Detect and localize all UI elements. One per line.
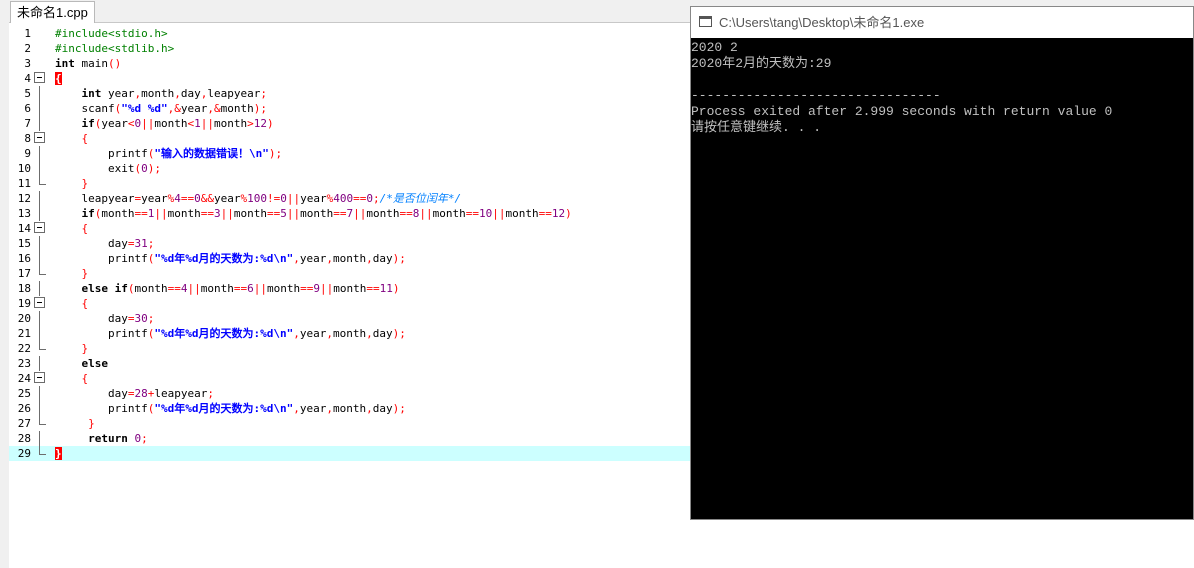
console-title-bar[interactable]: C:\Users\tang\Desktop\未命名1.exe [691, 7, 1193, 39]
fold-toggle-icon[interactable] [34, 222, 45, 233]
tab-label: 未命名1.cpp [17, 5, 88, 20]
line-number: 17 [17, 267, 31, 280]
line-number: 14 [17, 222, 31, 235]
fold-toggle-icon[interactable] [34, 297, 45, 308]
line-number: 11 [17, 177, 31, 190]
line-number: 25 [17, 387, 31, 400]
line-number: 20 [17, 312, 31, 325]
line-number: 27 [17, 417, 31, 430]
line-number: 16 [17, 252, 31, 265]
line-number: 24 [17, 372, 31, 385]
console-window[interactable]: C:\Users\tang\Desktop\未命名1.exe 2020 2 20… [690, 6, 1194, 520]
line-number: 19 [17, 297, 31, 310]
console-output[interactable]: 2020 2 2020年2月的天数为:29 ------------------… [691, 38, 1193, 519]
console-line: 请按任意键继续. . . [691, 120, 822, 135]
line-number: 8 [24, 132, 31, 145]
fold-toggle-icon[interactable] [34, 132, 45, 143]
line-number: 9 [24, 147, 31, 160]
console-line: Process exited after 2.999 seconds with … [691, 104, 1113, 119]
console-title: C:\Users\tang\Desktop\未命名1.exe [719, 15, 925, 30]
line-number: 18 [17, 282, 31, 295]
tab-file[interactable]: 未命名1.cpp [10, 1, 95, 23]
console-app-icon [699, 16, 712, 27]
fold-toggle-icon[interactable] [34, 72, 45, 83]
line-number: 15 [17, 237, 31, 250]
line-number: 4 [24, 72, 31, 85]
console-line: 2020年2月的天数为:29 [691, 56, 832, 71]
line-number: 12 [17, 192, 31, 205]
line-number: 13 [17, 207, 31, 220]
line-number: 3 [24, 57, 31, 70]
line-number: 28 [17, 432, 31, 445]
line-number: 1 [24, 27, 31, 40]
line-number: 6 [24, 102, 31, 115]
line-number: 21 [17, 327, 31, 340]
line-number: 23 [17, 357, 31, 370]
line-number: 22 [17, 342, 31, 355]
console-line: -------------------------------- [691, 88, 941, 103]
line-number: 26 [17, 402, 31, 415]
line-number: 7 [24, 117, 31, 130]
fold-toggle-icon[interactable] [34, 372, 45, 383]
line-number: 2 [24, 42, 31, 55]
console-line: 2020 2 [691, 40, 738, 55]
line-number: 10 [17, 162, 31, 175]
line-number: 5 [24, 87, 31, 100]
line-number: 29 [17, 447, 31, 460]
